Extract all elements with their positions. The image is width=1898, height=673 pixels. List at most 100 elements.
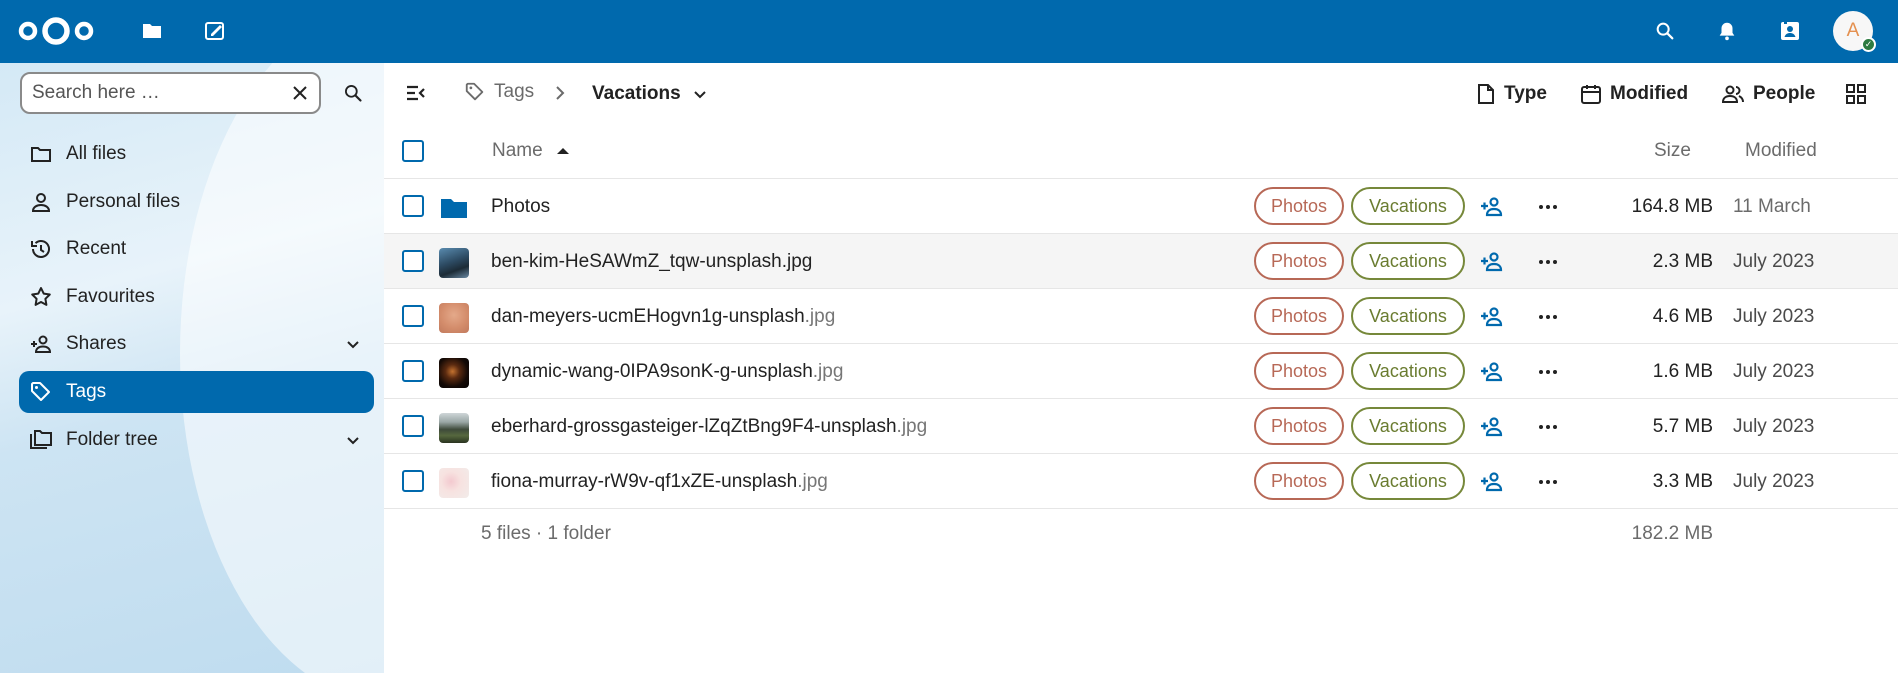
share-icon[interactable] [1479, 194, 1505, 220]
tag-icon [464, 81, 486, 103]
share-icon[interactable] [1479, 304, 1505, 330]
more-actions-icon[interactable] [1536, 250, 1560, 274]
sidebar-item-label: Shares [66, 333, 127, 355]
tag-vacations[interactable]: Vacations [1351, 187, 1465, 225]
files-toolbar: Tags Vacations Type Modified People [384, 63, 1898, 123]
share-icon [28, 331, 54, 357]
column-modified-header[interactable]: Modified [1745, 140, 1817, 162]
file-extension: .jpg [812, 361, 844, 382]
row-checkbox[interactable] [402, 250, 424, 272]
breadcrumb-tags[interactable]: Tags [464, 81, 534, 103]
table-row[interactable]: Photos Photos Vacations 164.8 MB 11 Marc… [384, 179, 1898, 234]
table-row[interactable]: fiona-murray-rW9v-qf1xZE-unsplash.jpg Ph… [384, 454, 1898, 509]
file-name[interactable]: Photos [491, 196, 550, 218]
row-checkbox[interactable] [402, 415, 424, 437]
file-size: 3.3 MB [1652, 471, 1713, 492]
sidebar-item-label: Recent [66, 238, 127, 260]
more-actions-icon[interactable] [1536, 360, 1560, 384]
nextcloud-logo[interactable] [16, 14, 96, 48]
tag-vacations[interactable]: Vacations [1351, 462, 1465, 500]
column-name-header[interactable]: Name [492, 140, 570, 162]
tag-photos[interactable]: Photos [1254, 187, 1344, 225]
more-actions-icon[interactable] [1536, 305, 1560, 329]
file-name[interactable]: eberhard-grossgasteiger-lZqZtBng9F4-unsp… [491, 416, 927, 438]
select-all-checkbox[interactable] [402, 140, 424, 162]
file-name[interactable]: dan-meyers-ucmEHogvn1g-unsplash.jpg [491, 306, 835, 328]
file-name[interactable]: dynamic-wang-0IPA9sonK-g-unsplash.jpg [491, 361, 843, 383]
file-size: 2.3 MB [1652, 251, 1713, 272]
sidebar-item-personal-files[interactable]: Personal files [19, 181, 374, 223]
chevron-down-icon[interactable] [344, 431, 362, 449]
share-icon[interactable] [1479, 359, 1505, 385]
tag-photos[interactable]: Photos [1254, 407, 1344, 445]
breadcrumb-separator-icon [552, 84, 568, 102]
clear-search-icon[interactable] [289, 82, 311, 104]
chevron-down-icon[interactable] [344, 335, 362, 353]
filter-modified-button[interactable]: Modified [1580, 83, 1688, 105]
toggle-navigation-icon[interactable] [404, 81, 428, 105]
image-thumbnail [439, 413, 469, 443]
sidebar-item-tags[interactable]: Tags [19, 370, 374, 413]
app-navigation: All files Personal files Recent Favourit… [0, 63, 384, 673]
file-basename: fiona-murray-rW9v-qf1xZE-unsplash [491, 471, 798, 492]
share-icon[interactable] [1479, 414, 1505, 440]
tag-photos[interactable]: Photos [1254, 352, 1344, 390]
tag-vacations[interactable]: Vacations [1351, 297, 1465, 335]
more-actions-icon[interactable] [1536, 415, 1560, 439]
search-input[interactable] [32, 82, 272, 104]
filter-type-button[interactable]: Type [1476, 83, 1547, 105]
calendar-icon [1580, 83, 1602, 105]
sidebar-item-shares[interactable]: Shares [19, 323, 374, 365]
sidebar-item-recent[interactable]: Recent [19, 228, 374, 270]
more-actions-icon[interactable] [1536, 195, 1560, 219]
more-actions-icon[interactable] [1536, 470, 1560, 494]
file-modified: 11 March [1733, 196, 1811, 217]
grid-view-icon[interactable] [1844, 82, 1868, 106]
file-extension: .jpg [804, 306, 836, 327]
files-app-icon[interactable] [135, 14, 169, 48]
tag-photos[interactable]: Photos [1254, 462, 1344, 500]
chevron-down-icon [691, 85, 709, 103]
row-checkbox[interactable] [402, 305, 424, 327]
contacts-icon[interactable] [1773, 14, 1807, 48]
folder-icon [28, 141, 54, 167]
notifications-bell-icon[interactable] [1710, 14, 1744, 48]
share-icon[interactable] [1479, 249, 1505, 275]
sidebar-item-favourites[interactable]: Favourites [19, 276, 374, 318]
file-size: 1.6 MB [1652, 361, 1713, 382]
notes-app-icon[interactable] [198, 14, 232, 48]
sidebar-item-all-files[interactable]: All files [19, 133, 374, 175]
file-extension: .jpg [797, 471, 828, 492]
navigation-search [20, 72, 321, 114]
filter-people-button[interactable]: People [1721, 83, 1815, 105]
table-row[interactable]: eberhard-grossgasteiger-lZqZtBng9F4-unsp… [384, 399, 1898, 454]
file-basename: eberhard-grossgasteiger-lZqZtBng9F4-unsp… [491, 416, 897, 437]
table-row[interactable]: ben-kim-HeSAWmZ_tqw-unsplash.jpg Photos … [384, 234, 1898, 289]
search-icon[interactable] [1648, 14, 1682, 48]
tag-vacations[interactable]: Vacations [1351, 352, 1465, 390]
file-basename: Photos [491, 196, 551, 217]
table-row[interactable]: dan-meyers-ucmEHogvn1g-unsplash.jpg Phot… [384, 289, 1898, 344]
row-checkbox[interactable] [402, 195, 424, 217]
share-icon[interactable] [1479, 469, 1505, 495]
file-basename: dan-meyers-ucmEHogvn1g-unsplash [491, 306, 805, 327]
table-row[interactable]: dynamic-wang-0IPA9sonK-g-unsplash.jpg Ph… [384, 344, 1898, 399]
file-name[interactable]: fiona-murray-rW9v-qf1xZE-unsplash.jpg [491, 471, 828, 493]
online-status-icon: ✓ [1861, 37, 1876, 52]
file-size: 4.6 MB [1652, 306, 1713, 327]
user-avatar[interactable]: A ✓ [1833, 11, 1876, 52]
tag-vacations[interactable]: Vacations [1351, 407, 1465, 445]
breadcrumb-current[interactable]: Vacations [592, 83, 709, 105]
sidebar-item-folder-tree[interactable]: Folder tree [19, 419, 374, 461]
column-size-header[interactable]: Size [1654, 140, 1691, 162]
tag-photos[interactable]: Photos [1254, 297, 1344, 335]
row-checkbox[interactable] [402, 360, 424, 382]
tag-vacations[interactable]: Vacations [1351, 242, 1465, 280]
row-checkbox[interactable] [402, 470, 424, 492]
file-name[interactable]: ben-kim-HeSAWmZ_tqw-unsplash.jpg [491, 251, 812, 273]
tag-photos[interactable]: Photos [1254, 242, 1344, 280]
history-icon [28, 236, 54, 262]
files-table-header: Name Size Modified [384, 123, 1898, 179]
search-icon[interactable] [338, 78, 368, 108]
sidebar-item-label: Personal files [66, 190, 181, 212]
